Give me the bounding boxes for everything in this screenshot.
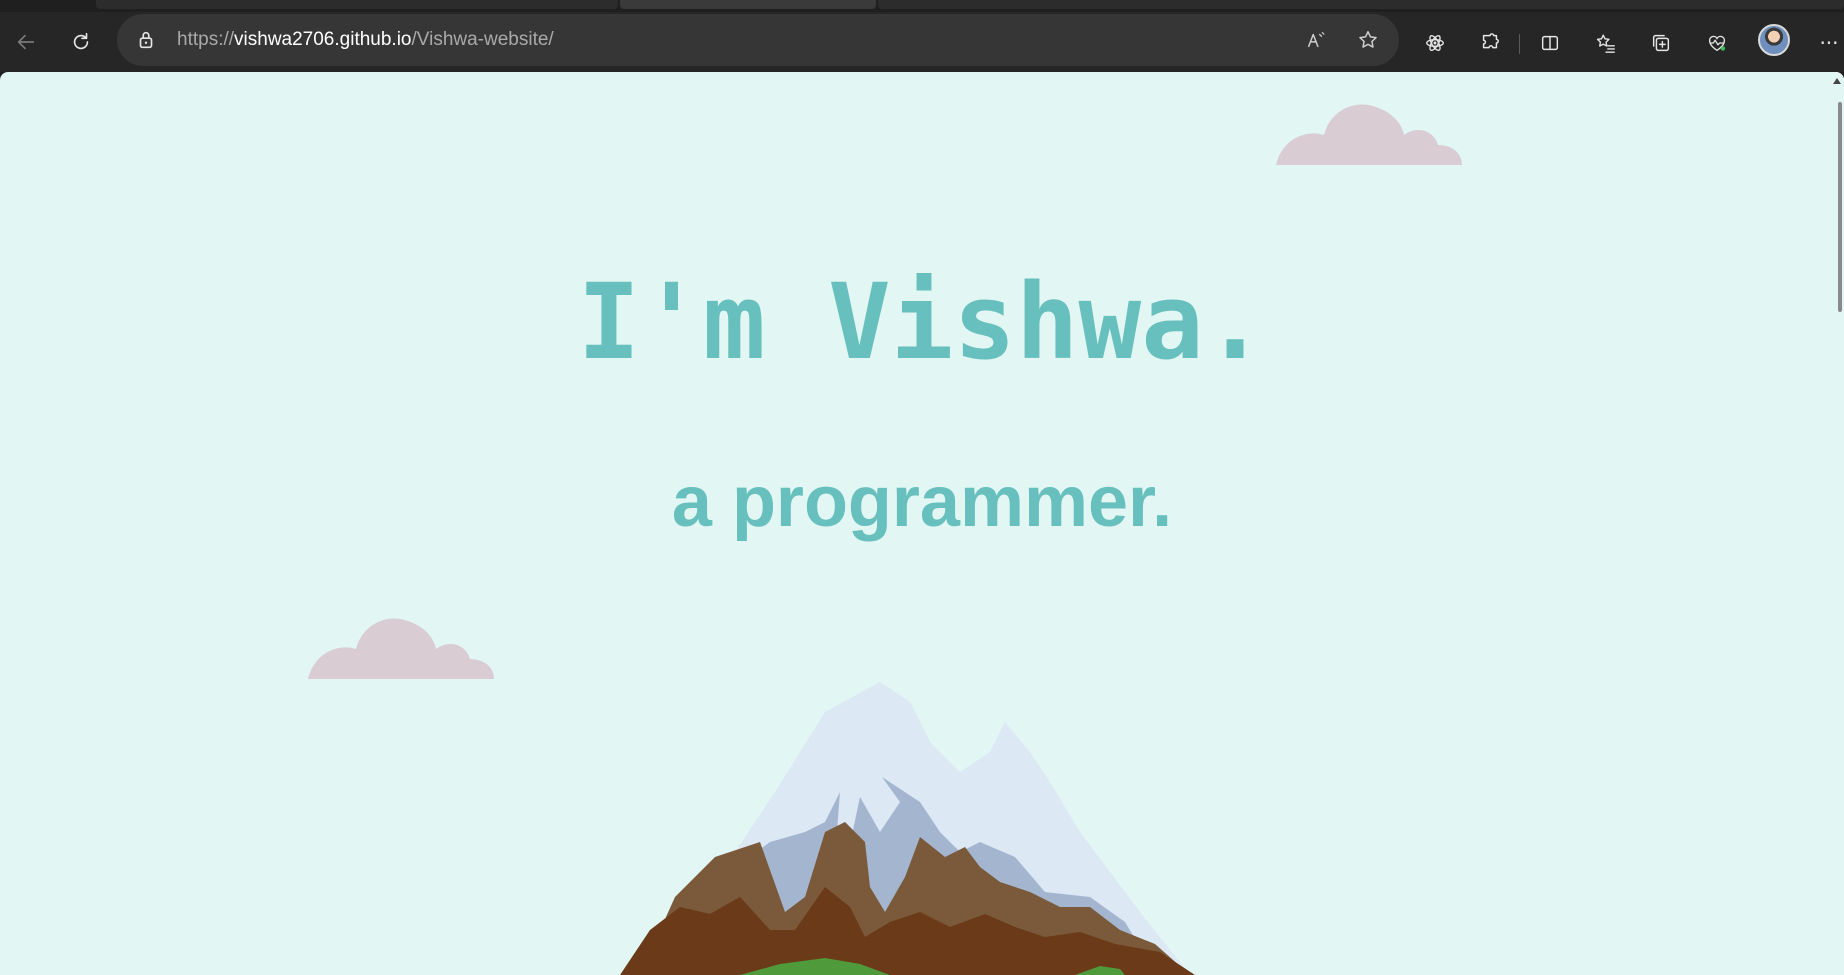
puzzle-icon[interactable] — [1473, 26, 1507, 60]
url-text[interactable]: https://vishwa2706.github.io/Vishwa-webs… — [177, 27, 554, 53]
tab-next[interactable] — [878, 0, 1844, 9]
scrollbar[interactable] — [1832, 72, 1844, 975]
collections-icon[interactable] — [1644, 26, 1678, 60]
scroll-up-arrow-icon[interactable] — [1833, 78, 1841, 84]
split-screen-icon[interactable] — [1533, 26, 1567, 60]
atom-icon[interactable] — [1418, 26, 1452, 60]
reload-button[interactable] — [63, 24, 99, 60]
avatar[interactable] — [1758, 24, 1790, 56]
address-bar[interactable]: https://vishwa2706.github.io/Vishwa-webs… — [117, 14, 1399, 66]
star-icon[interactable] — [1356, 28, 1380, 52]
more-icon[interactable]: ··· — [1812, 26, 1844, 60]
back-arrow-icon — [17, 34, 35, 50]
cloud-left — [308, 615, 498, 679]
page-viewport: I'm Vishwa. a programmer. — [0, 72, 1844, 975]
url-scheme: https:// — [177, 29, 235, 50]
tab-active[interactable] — [620, 0, 876, 9]
scrollbar-thumb[interactable] — [1838, 102, 1842, 312]
tab-previous[interactable] — [96, 0, 618, 9]
favorites-list-icon[interactable] — [1589, 26, 1623, 60]
heart-pulse-icon[interactable] — [1700, 26, 1734, 60]
browser-toolbar: https://vishwa2706.github.io/Vishwa-webs… — [0, 12, 1844, 72]
back-button[interactable] — [8, 24, 44, 60]
page-subtitle: a programmer. — [671, 462, 1173, 542]
lock-icon[interactable] — [135, 29, 157, 51]
cloud-top-right — [1276, 101, 1466, 165]
toolbar-divider — [1519, 34, 1520, 54]
read-aloud-icon[interactable] — [1304, 28, 1328, 52]
url-host: vishwa2706.github.io — [234, 29, 412, 50]
tab-strip — [0, 0, 1844, 12]
reload-icon — [73, 32, 89, 50]
page-title: I'm Vishwa. — [577, 261, 1267, 383]
mountain-illustration — [620, 682, 1195, 975]
url-path: /Vishwa-website/ — [411, 29, 554, 50]
